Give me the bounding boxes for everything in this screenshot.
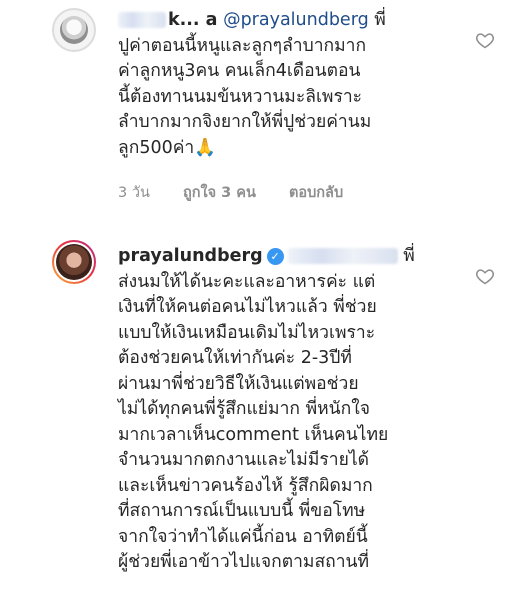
comment-2-first-line-tail: พี่ <box>403 246 415 266</box>
heart-outline-icon[interactable] <box>475 266 495 286</box>
comment-2-username[interactable]: prayalundberg <box>118 246 263 266</box>
comment-2-line: มากเวลาเห็นcomment เห็นคนไทย <box>118 424 389 445</box>
comment-2-line: ที่สถานการณ์เป็นแบบนี้ พี่ขอโทษ <box>118 501 366 521</box>
comment-2-line: ส่งนมให้ได้นะคะและอาหารค่ะ แต่ <box>118 271 376 292</box>
comment-2-line: ต้องช่วยคนให้เท่ากันค่ะ 2-3ปีที่ <box>118 348 352 368</box>
redacted-mention <box>287 248 398 264</box>
commenter-avatar[interactable] <box>52 8 96 52</box>
comment-1-line: นี้ต้องทานนมข้นหวานมะลิเพราะ <box>118 86 363 107</box>
comment-2-line: ผู้ช่วยพี่เอาข้าวไปแจกตามสถานที่ <box>118 552 370 572</box>
comment-1-first-line-tail: พี่ <box>374 10 386 30</box>
comment-2-text: prayalundberg ✓ พี่ ส่งนมให้ได้นะคะและอาห… <box>118 244 448 576</box>
mention-link[interactable]: @prayalundberg <box>223 10 369 30</box>
comment-1-text: k... a @prayalundberg พี่ ปูค่าตอนนี้หนู… <box>118 8 448 161</box>
redacted-username <box>118 12 166 28</box>
comment-1-line: ลำบากมากจิงยากให้พี่ปูช่วยค่านม <box>118 112 372 132</box>
comment-1-likes[interactable]: ถูกใจ 3 คน <box>183 185 256 201</box>
comment-1-line: ลูก500ค่า🙏 <box>118 137 217 158</box>
reply-button[interactable]: ตอบกลับ <box>289 185 343 201</box>
comment-2-line: จากใจว่าทำได้แค่นี้ก่อน อาทิตย์นี้ <box>118 526 368 547</box>
comment-2-line: ไม่ได้ทุกคนพี่รู้สึกแย่มาก พี่หนักใจ <box>118 399 370 419</box>
comment-2-line: และเห็นข่าวคนร้องไห้ รู้สึกผิดมาก <box>118 475 373 496</box>
comment-1-username[interactable]: k... a <box>168 10 217 30</box>
comment-1-timestamp: 3 วัน <box>118 185 150 201</box>
comment-1-line: ค่าลูกหนู3คน คนเล็ก4เดือนตอน <box>118 61 361 81</box>
comment-1-body: k... a @prayalundberg พี่ ปูค่าตอนนี้หนู… <box>118 8 448 161</box>
verified-badge-icon: ✓ <box>266 248 284 265</box>
comment-1-meta: 3 วัน ถูกใจ 3 คน ตอบกลับ <box>118 181 371 204</box>
prayalundberg-avatar[interactable] <box>52 240 96 284</box>
comment-2-line: เงินที่ให้คนต่อคนไม่ไหวแล้ว พี่ช่วย <box>118 297 377 317</box>
comment-2-line: ผ่านมาพี่ช่วยวิธีให้เงินแต่พอช่วย <box>118 373 359 394</box>
comment-1-line: ปูค่าตอนนี้หนูและลูกๆลำบากมาก <box>118 35 367 56</box>
comment-2-line: จำนวนมากตกงานและไม่มีรายได้ <box>118 450 370 470</box>
heart-outline-icon[interactable] <box>475 30 495 50</box>
comment-2-body: prayalundberg ✓ พี่ ส่งนมให้ได้นะคะและอาห… <box>118 244 448 576</box>
comment-2-line: แบบให้เงินเหมือนเดิมไม่ไหวเพราะ <box>118 322 376 343</box>
